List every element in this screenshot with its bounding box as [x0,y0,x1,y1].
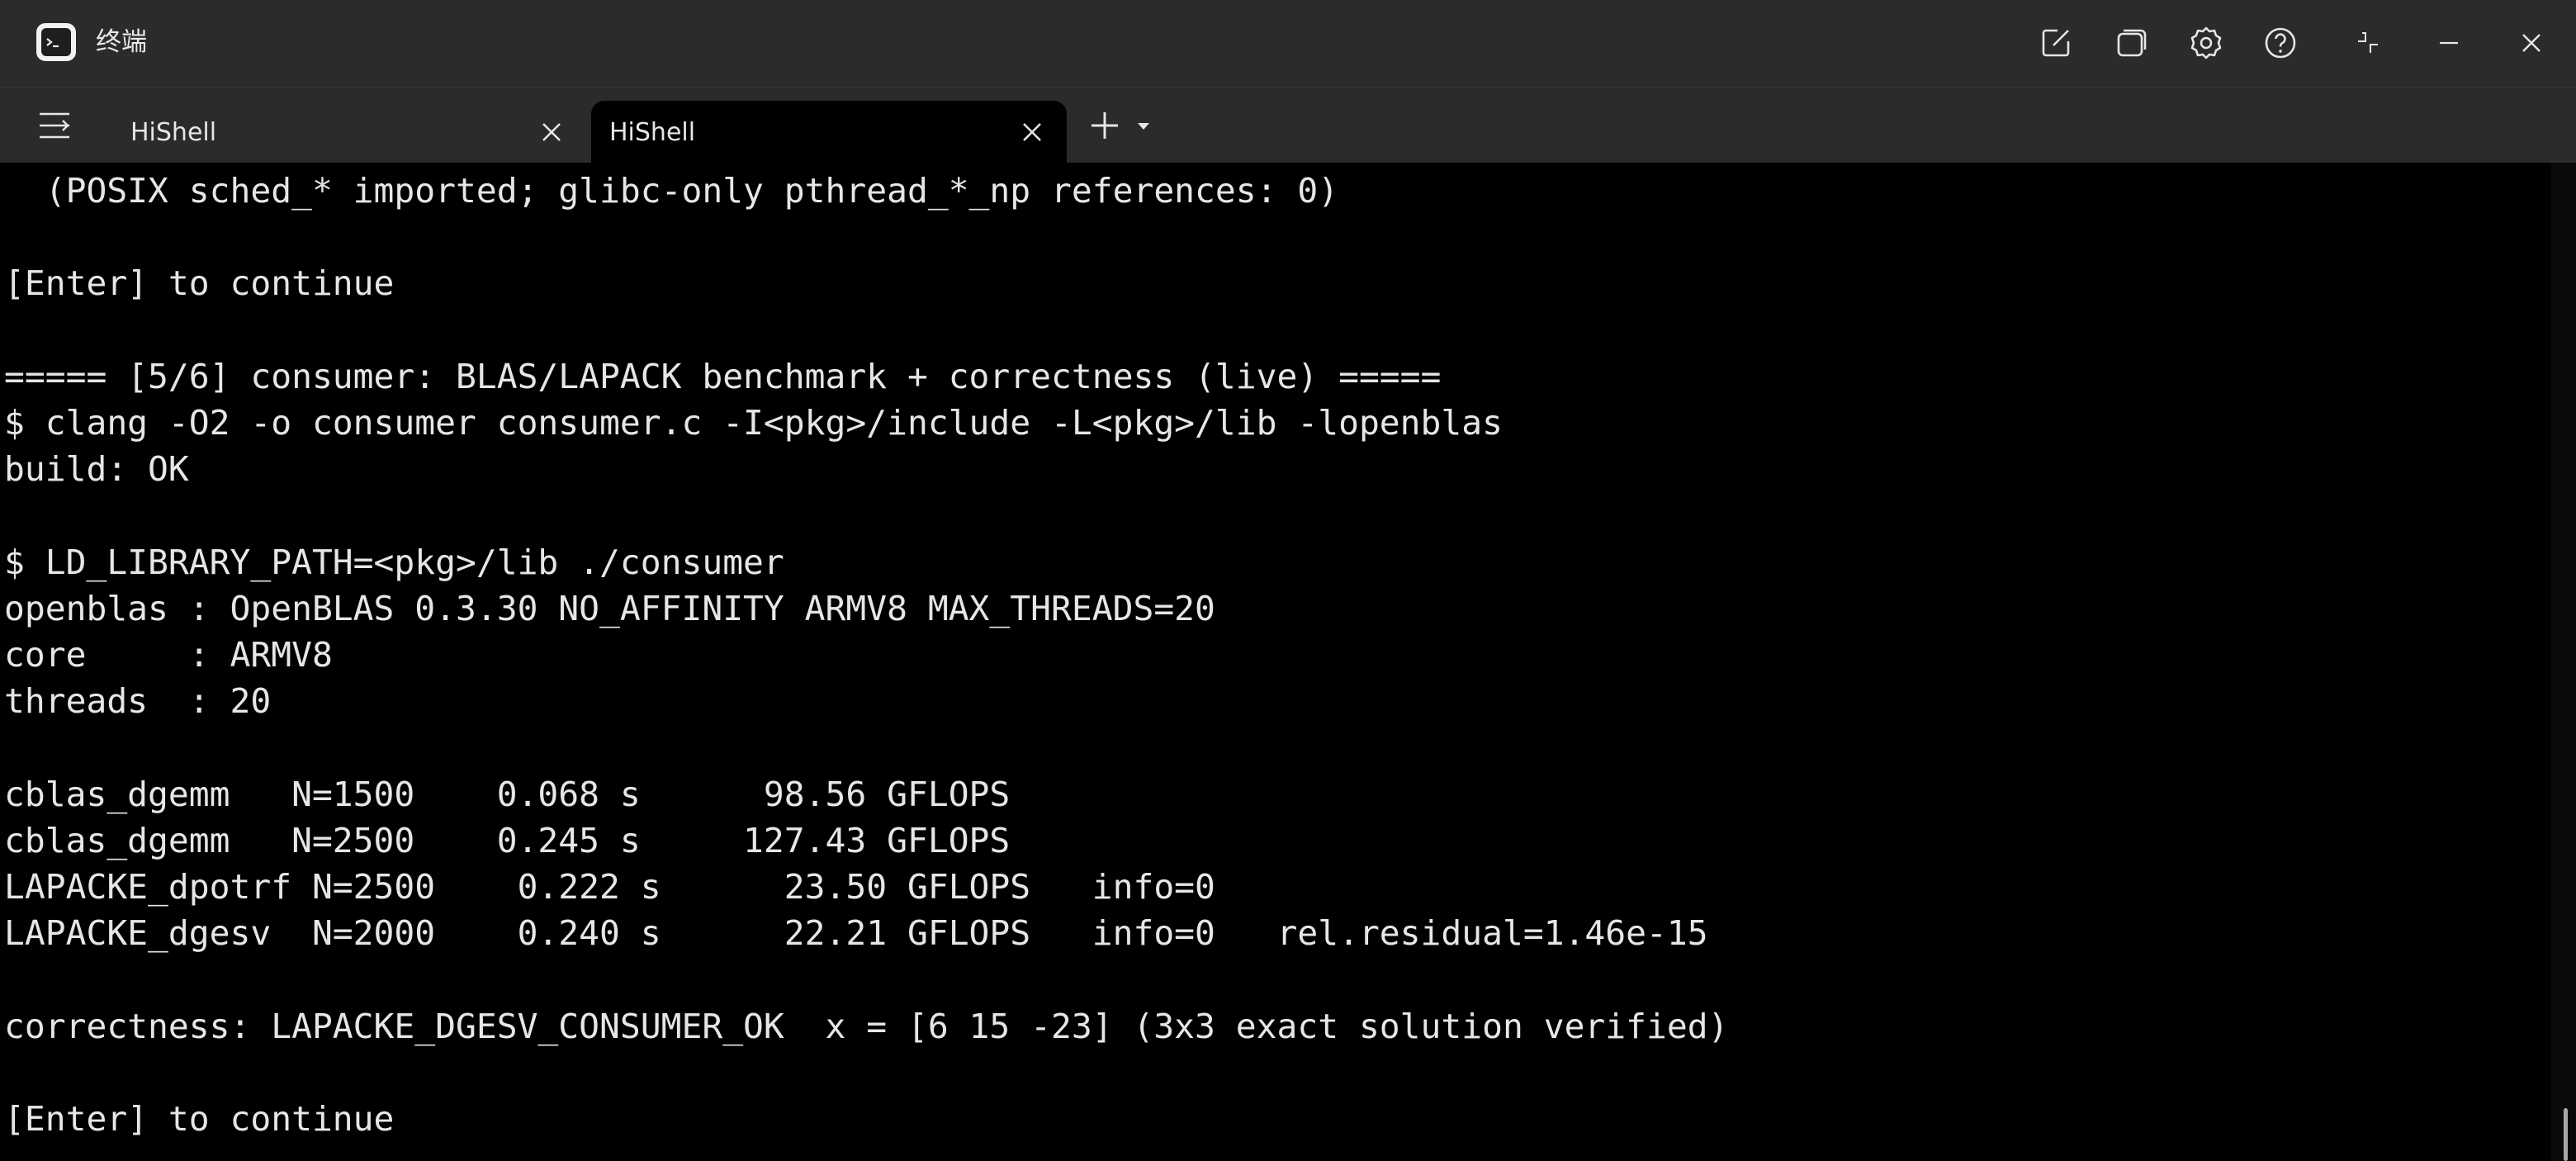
terminal-scrollbar[interactable] [2551,163,2576,1161]
scroll-thumb[interactable] [2564,1108,2568,1161]
settings-button[interactable] [2183,20,2229,66]
terminal-output[interactable]: (POSIX sched_* imported; glibc-only pthr… [0,163,2551,1161]
plus-icon [1091,112,1118,139]
terminal-line: threads : 20 [4,681,272,722]
tab-hishell-2-active[interactable]: HiShell [591,101,1067,163]
caret-down-icon[interactable] [1134,117,1153,135]
multi-window-button[interactable] [2109,20,2155,66]
terminal-line: (POSIX sched_* imported; glibc-only pthr… [4,171,1339,211]
title-bar: 终端 [0,0,2576,87]
tab-label: HiShell [609,118,696,147]
terminal-line: build: OK [4,449,189,490]
terminal-line: LAPACKE_dgesv N=2000 0.240 s 22.21 GFLOP… [4,913,1708,954]
tab-close-icon[interactable] [1017,117,1047,147]
terminal-line: $ clang -O2 -o consumer consumer.c -I<pk… [4,403,1503,443]
terminal-line: correctness: LAPACKE_DGESV_CONSUMER_OK x… [4,1006,1729,1046]
terminal-line: LAPACKE_dpotrf N=2500 0.222 s 23.50 GFLO… [4,867,1215,907]
tab-bar: HiShell HiShell [0,87,2576,163]
terminal-line: core : ARMV8 [4,635,333,675]
tab-hishell-1[interactable]: HiShell [97,101,585,163]
restore-icon [2358,32,2378,53]
terminal-line: [Enter] to continue [4,263,395,304]
new-window-button[interactable] [2033,20,2079,66]
terminal-line: [Enter] to continue [4,1099,395,1139]
window-title: 终端 [96,27,147,57]
terminal-line: openblas : OpenBLAS 0.3.30 NO_AFFINITY A… [4,588,1215,628]
help-button[interactable] [2257,20,2304,66]
terminal-line: ===== [5/6] consumer: BLAS/LAPACK benchm… [4,356,1442,396]
tab-label: HiShell [130,118,217,147]
minimize-button[interactable] [2426,20,2472,66]
close-icon [2522,34,2540,52]
tab-close-icon[interactable] [537,117,566,147]
terminal-line: cblas_dgemm N=1500 0.068 s 98.56 GFLOPS [4,774,1011,814]
settings-gear-icon [2190,26,2222,59]
new-window-icon [2042,29,2070,57]
restore-button[interactable] [2345,20,2391,66]
close-window-button[interactable] [2508,20,2555,66]
minimize-icon [2440,41,2458,45]
new-tab-button[interactable] [1087,107,1161,144]
terminal-line: cblas_dgemm N=2500 0.245 s 127.43 GFLOPS [4,820,1011,860]
help-icon [2265,27,2296,59]
terminal-line: $ LD_LIBRARY_PATH=<pkg>/lib ./consumer [4,542,784,582]
terminal-app-icon [36,23,76,61]
tab-menu-icon[interactable] [33,107,76,144]
multi-window-icon [2117,29,2147,57]
